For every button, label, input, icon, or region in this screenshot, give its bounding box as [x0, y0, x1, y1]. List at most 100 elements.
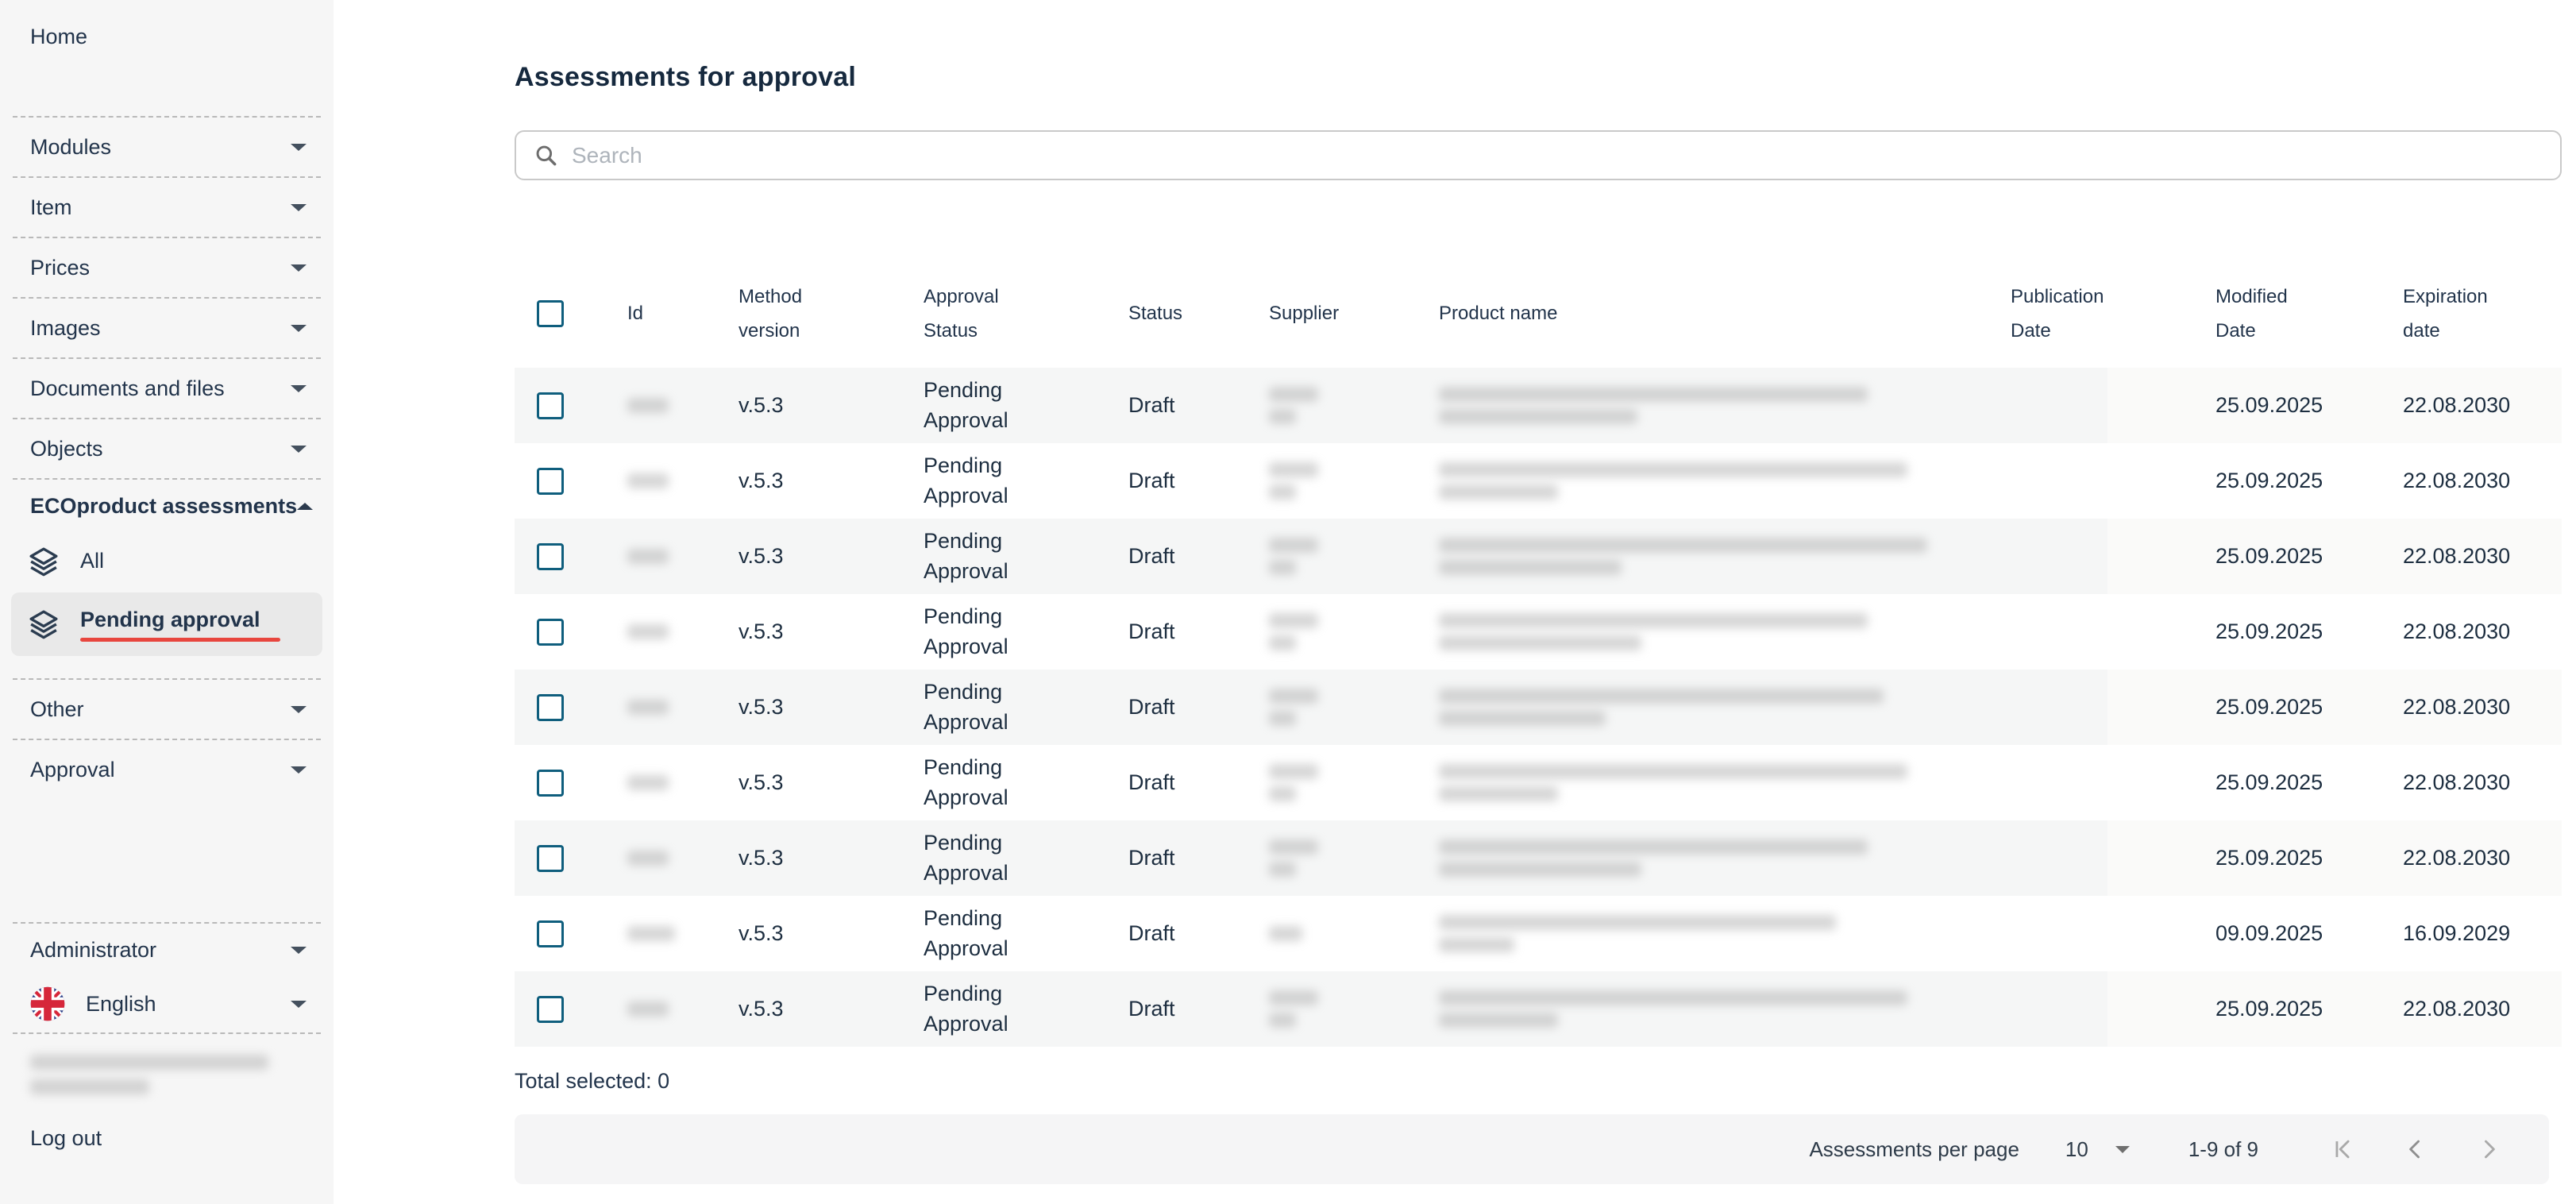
redacted-text [1439, 538, 1927, 553]
sidebar-item-images[interactable]: Images [0, 299, 334, 357]
id-cell [604, 368, 738, 443]
sidebar-item-label: Approval [30, 758, 115, 782]
approval-status-value: Pending Approval [924, 677, 1008, 738]
expiration-date-cell: 22.08.2030 [2366, 971, 2562, 1047]
chevron-down-icon [291, 385, 307, 392]
table-header-row: IdMethod versionApproval StatusStatusSup… [515, 274, 2562, 353]
table-row[interactable]: v.5.3Pending ApprovalDraft25.09.202522.0… [515, 670, 2562, 745]
divider [13, 922, 321, 924]
sidebar-item-prices[interactable]: Prices [0, 238, 334, 297]
product-name-redacted [1439, 990, 1907, 1028]
sidebar-item-approval[interactable]: Approval [0, 740, 334, 799]
expiration-date-cell: 16.09.2029 [2366, 896, 2562, 971]
search-input[interactable] [572, 143, 2543, 168]
sidebar-item-pending-approval[interactable]: Pending approval [11, 592, 322, 656]
product-name-redacted [1439, 689, 1884, 726]
table-row[interactable]: v.5.3Pending ApprovalDraft25.09.202522.0… [515, 971, 2562, 1047]
expiration-date-cell: 22.08.2030 [2366, 519, 2562, 594]
row-checkbox[interactable] [537, 694, 564, 721]
status-cell: Draft [1128, 971, 1269, 1047]
row-checkbox[interactable] [537, 543, 564, 570]
table-row[interactable]: v.5.3Pending ApprovalDraft25.09.202522.0… [515, 368, 2562, 443]
product-name-cell [1439, 368, 2011, 443]
sidebar-item-modules[interactable]: Modules [0, 118, 334, 176]
next-page-button[interactable] [2473, 1133, 2505, 1165]
sidebar-item-item[interactable]: Item [0, 178, 334, 237]
sidebar-item-all[interactable]: All [0, 532, 334, 590]
layers-icon [28, 546, 60, 577]
supplier-cell [1269, 594, 1439, 670]
status-cell: Draft [1128, 745, 1269, 820]
product-name-redacted [1439, 387, 1868, 424]
sidebar-item-label: Pending approval [80, 608, 280, 632]
row-checkbox-cell [515, 971, 604, 1047]
column-header: Expiration date [2366, 280, 2562, 348]
redacted-text [1269, 1013, 1296, 1028]
id-cell [604, 896, 738, 971]
product-name-redacted [1439, 538, 1927, 575]
table-row[interactable]: v.5.3Pending ApprovalDraft25.09.202522.0… [515, 519, 2562, 594]
language-selector[interactable]: English [0, 975, 334, 1032]
row-checkbox[interactable] [537, 392, 564, 419]
sidebar-item-documents-and-files[interactable]: Documents and files [0, 359, 334, 418]
expiration-date-cell: 22.08.2030 [2366, 443, 2562, 519]
status-cell: Draft [1128, 368, 1269, 443]
modified-date-cell: 09.09.2025 [2107, 896, 2366, 971]
select-all-checkbox[interactable] [537, 300, 564, 327]
redacted-text [627, 775, 669, 790]
id-cell [604, 443, 738, 519]
redacted-text [1269, 839, 1318, 855]
table-row[interactable]: v.5.3Pending ApprovalDraft25.09.202522.0… [515, 820, 2562, 896]
sidebar-item-home[interactable]: Home [0, 11, 334, 62]
row-checkbox[interactable] [537, 468, 564, 495]
table-row[interactable]: v.5.3Pending ApprovalDraft25.09.202522.0… [515, 443, 2562, 519]
redacted-text [1439, 462, 1907, 477]
chevron-down-icon [291, 766, 307, 774]
redacted-text [1439, 409, 1637, 424]
sidebar-item-objects[interactable]: Objects [0, 419, 334, 478]
redacted-text [627, 1001, 669, 1017]
sidebar-item-label: Administrator [30, 938, 156, 963]
row-checkbox[interactable] [537, 619, 564, 646]
row-checkbox[interactable] [537, 920, 564, 947]
redacted-text [1269, 387, 1318, 402]
row-checkbox[interactable] [537, 996, 564, 1023]
method-version-cell: v.5.3 [738, 368, 924, 443]
table-row[interactable]: v.5.3Pending ApprovalDraft25.09.202522.0… [515, 745, 2562, 820]
redacted-text [1439, 839, 1868, 855]
method-version-cell: v.5.3 [738, 443, 924, 519]
sidebar-eco-children: All Pending approval [0, 532, 334, 678]
product-name-redacted [1439, 839, 1868, 877]
main-content: Assessments for approval IdMethod versio… [334, 0, 2576, 1204]
approval-status-cell: Pending Approval [924, 820, 1128, 896]
logout-button[interactable]: Log out [0, 1118, 334, 1158]
previous-page-button[interactable] [2400, 1133, 2431, 1165]
product-name-cell [1439, 971, 2011, 1047]
supplier-cell [1269, 519, 1439, 594]
sidebar-item-ecoproduct-assessments[interactable]: ECOproduct assessments [0, 480, 334, 532]
publication-date-cell [2011, 820, 2107, 896]
publication-date-cell [2011, 519, 2107, 594]
first-page-button[interactable] [2327, 1133, 2358, 1165]
product-name-redacted [1439, 462, 1907, 500]
row-checkbox-cell [515, 443, 604, 519]
supplier-redacted [1269, 926, 1302, 941]
table-row[interactable]: v.5.3Pending ApprovalDraft25.09.202522.0… [515, 594, 2562, 670]
approval-status-value: Pending Approval [924, 828, 1008, 889]
chevron-right-icon [2475, 1136, 2502, 1163]
modified-date-cell: 25.09.2025 [2107, 519, 2366, 594]
id-cell [604, 971, 738, 1047]
row-checkbox[interactable] [537, 770, 564, 797]
per-page-select[interactable]: 10 [2065, 1137, 2130, 1162]
row-checkbox[interactable] [537, 845, 564, 872]
column-header: Id [604, 296, 738, 330]
expiration-date-cell: 22.08.2030 [2366, 368, 2562, 443]
table-row[interactable]: v.5.3Pending ApprovalDraft09.09.202516.0… [515, 896, 2562, 971]
sidebar-item-administrator[interactable]: Administrator [0, 924, 334, 975]
supplier-cell [1269, 670, 1439, 745]
chevron-up-icon [297, 503, 313, 510]
row-checkbox-cell [515, 820, 604, 896]
sidebar-item-label: Prices [30, 256, 90, 280]
redacted-text [1269, 711, 1296, 726]
sidebar-item-other[interactable]: Other [0, 680, 334, 739]
